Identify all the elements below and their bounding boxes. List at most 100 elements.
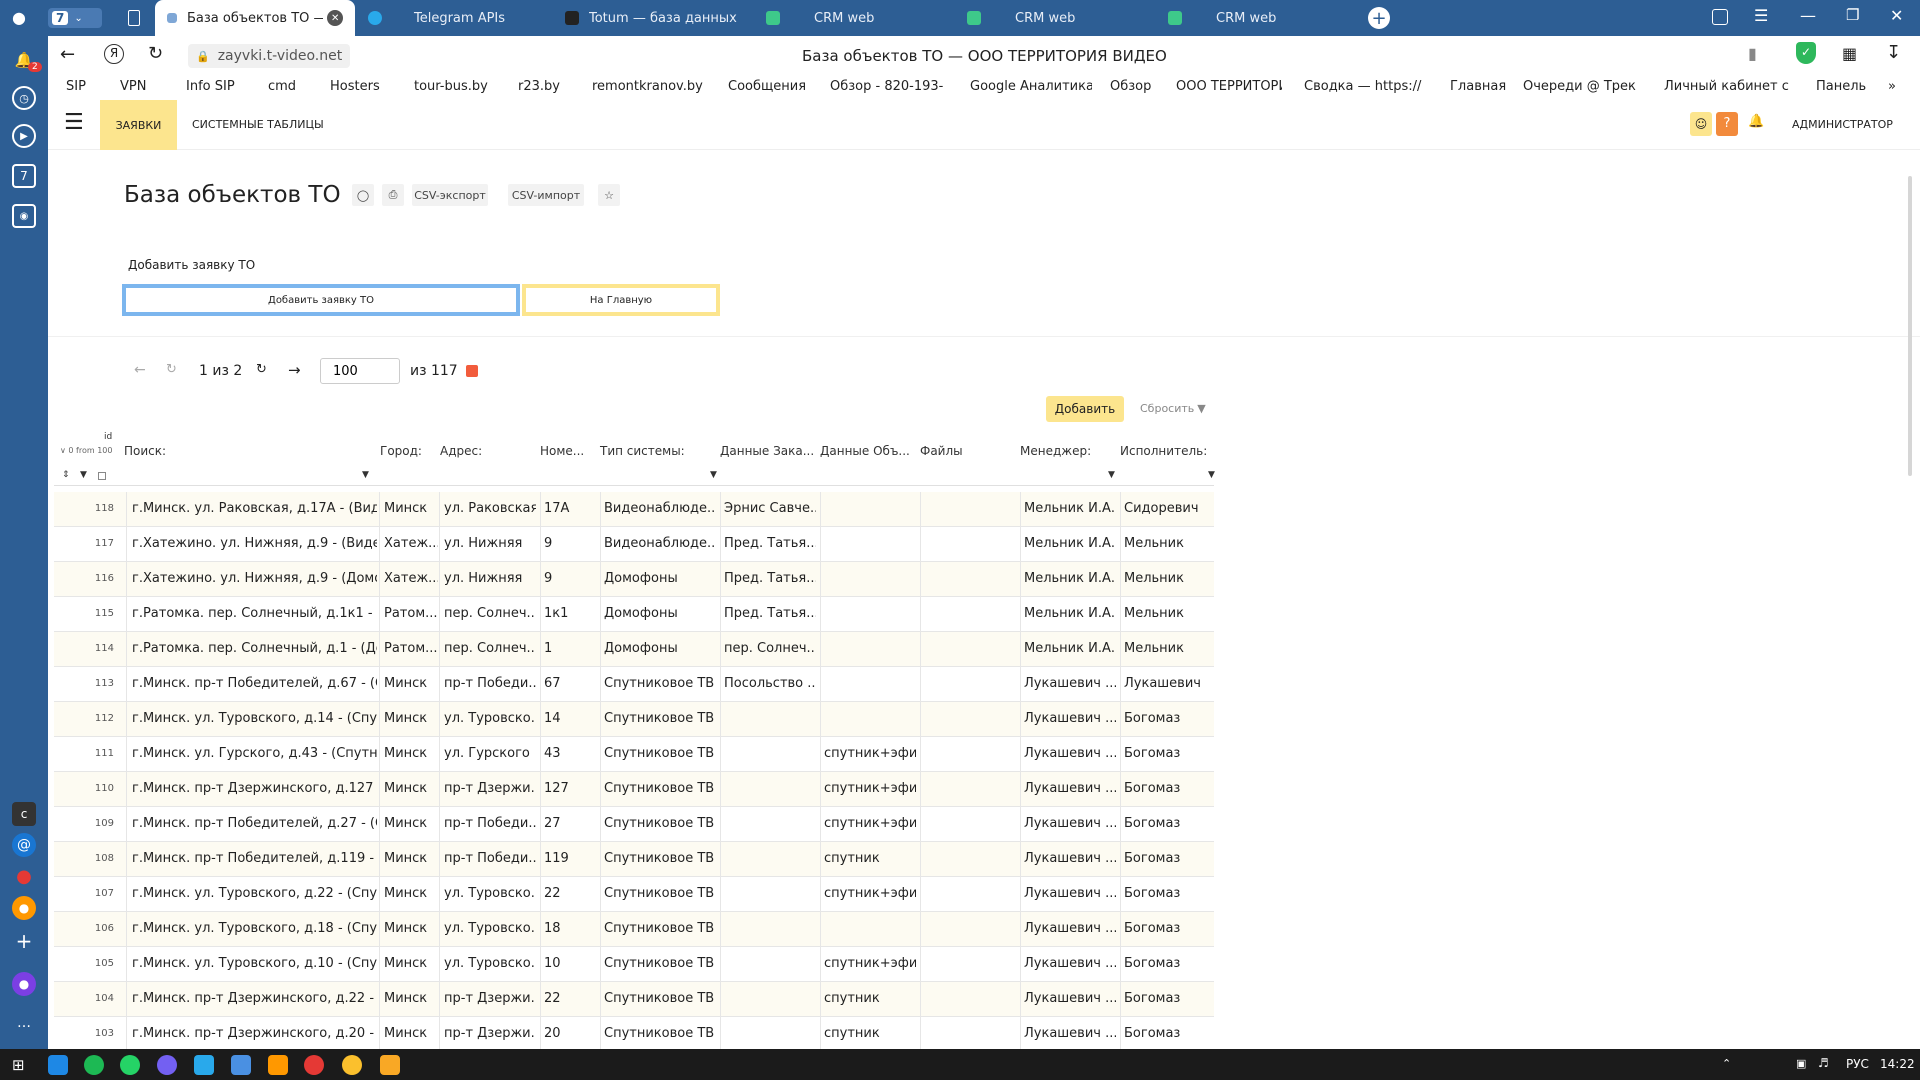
cell-search[interactable]: г.Минск. пр-т Дзержинского, д.22 - (... xyxy=(132,991,377,1006)
telegram-icon[interactable] xyxy=(194,1055,214,1075)
bookmark-main[interactable]: Главная xyxy=(1450,79,1506,94)
cell-city[interactable]: Ратом... xyxy=(384,606,438,621)
cell-number[interactable]: 119 xyxy=(544,851,596,866)
cell-number[interactable]: 18 xyxy=(544,921,596,936)
cell-city[interactable]: Минск xyxy=(384,746,438,761)
side-badge[interactable]: 7 xyxy=(12,164,36,188)
sublime-icon[interactable] xyxy=(268,1055,288,1075)
start-icon[interactable]: ⊞ xyxy=(12,1056,25,1074)
help-button[interactable]: ? xyxy=(1716,112,1738,136)
cell-address[interactable]: пр-т Дзержи... xyxy=(444,781,536,796)
cell-city[interactable]: Минск xyxy=(384,501,438,516)
cell-manager[interactable]: Лукашевич ... xyxy=(1024,851,1116,866)
cell-id[interactable]: 110 xyxy=(54,783,114,794)
table-row[interactable]: 110 г.Минск. пр-т Дзержинского, д.127 - .… xyxy=(54,772,1214,807)
cell-executor[interactable]: Богомаз xyxy=(1124,1026,1216,1041)
reload-icon[interactable]: ↻ xyxy=(148,43,163,64)
cell-address[interactable]: ул. Нижняя xyxy=(444,536,536,551)
bookmark-remontkranov[interactable]: remontkranov.by xyxy=(592,79,703,94)
prev-page-icon[interactable]: ← xyxy=(134,362,146,378)
cell-system-type[interactable]: Видеонаблюде... xyxy=(604,536,714,551)
cell-city[interactable]: Ратом... xyxy=(384,641,438,656)
cell-system-type[interactable]: Спутниковое ТВ xyxy=(604,851,714,866)
cell-city[interactable]: Минск xyxy=(384,781,438,796)
cell-system-type[interactable]: Спутниковое ТВ xyxy=(604,991,714,1006)
url-field[interactable]: 🔒 zayvki.t-video.net xyxy=(188,44,351,68)
cell-city[interactable]: Минск xyxy=(384,991,438,1006)
header-object-data[interactable]: Данные Объ... xyxy=(820,444,910,458)
back-icon[interactable]: ← xyxy=(60,44,75,65)
table-row[interactable]: 109 г.Минск. пр-т Победителей, д.27 - (С.… xyxy=(54,807,1214,842)
cell-executor[interactable]: Мельник xyxy=(1124,606,1216,621)
tab-active[interactable]: База объектов ТО — О ✕ xyxy=(155,0,355,36)
cell-system-type[interactable]: Спутниковое ТВ xyxy=(604,1026,714,1041)
cell-address[interactable]: пр-т Победи... xyxy=(444,851,536,866)
cell-id[interactable]: 106 xyxy=(54,923,114,934)
cell-object-data[interactable]: спутник+эфир xyxy=(824,816,916,831)
cell-id[interactable]: 105 xyxy=(54,958,114,969)
table-row[interactable]: 115 г.Ратомка. пер. Солнечный, д.1к1 - (.… xyxy=(54,597,1214,632)
cell-executor[interactable]: Богомаз xyxy=(1124,711,1216,726)
cell-executor[interactable]: Богомаз xyxy=(1124,851,1216,866)
cell-search[interactable]: г.Минск. пр-т Победителей, д.67 - (С... xyxy=(132,676,377,691)
profile-icon[interactable]: ● xyxy=(12,8,32,28)
cell-city[interactable]: Минск xyxy=(384,886,438,901)
cell-number[interactable]: 67 xyxy=(544,676,596,691)
header-search[interactable]: Поиск: xyxy=(124,444,166,458)
cell-address[interactable]: пр-т Дзержи... xyxy=(444,991,536,1006)
cell-search[interactable]: г.Минск. ул. Туровского, д.22 - (Спутн..… xyxy=(132,886,377,901)
cell-system-type[interactable]: Видеонаблюде... xyxy=(604,501,714,516)
table-row[interactable]: 111 г.Минск. ул. Гурского, д.43 - (Спутни… xyxy=(54,737,1214,772)
nav-zayavki[interactable]: ЗАЯВКИ xyxy=(100,100,177,150)
cell-object-data[interactable]: спутник+эфир xyxy=(824,746,916,761)
cell-executor[interactable]: Богомаз xyxy=(1124,956,1216,971)
first-page-icon[interactable]: ↻ xyxy=(166,362,177,377)
sort-icon[interactable]: ⇕ xyxy=(62,470,70,480)
cell-executor[interactable]: Богомаз xyxy=(1124,816,1216,831)
play-icon[interactable]: ▶ xyxy=(12,124,36,148)
next-page-icon[interactable]: → xyxy=(288,361,301,379)
home-button[interactable]: На Главную xyxy=(522,284,720,316)
cell-id[interactable]: 107 xyxy=(54,888,114,899)
cell-number[interactable]: 43 xyxy=(544,746,596,761)
tray-volume-icon[interactable]: ♬ xyxy=(1818,1056,1829,1070)
cell-manager[interactable]: Мельник И.А. xyxy=(1024,606,1116,621)
camera-icon[interactable]: ◉ xyxy=(12,204,36,228)
cell-id[interactable]: 113 xyxy=(54,678,114,689)
header-executor[interactable]: Исполнитель: xyxy=(1120,444,1207,458)
cell-search[interactable]: г.Минск. ул. Туровского, д.18 - (Спутн..… xyxy=(132,921,377,936)
cell-system-type[interactable]: Спутниковое ТВ xyxy=(604,746,714,761)
bookmark-r23[interactable]: r23.by xyxy=(518,79,560,94)
cell-address[interactable]: ул. Туровско... xyxy=(444,886,536,901)
cell-city[interactable]: Минск xyxy=(384,956,438,971)
bookmark-cmd[interactable]: cmd xyxy=(268,79,296,94)
cell-address[interactable]: пр-т Победи... xyxy=(444,676,536,691)
header-customer-data[interactable]: Данные Зака... xyxy=(720,444,814,458)
cell-manager[interactable]: Лукашевич ... xyxy=(1024,991,1116,1006)
maps-icon[interactable]: ● xyxy=(12,864,36,888)
cell-city[interactable]: Хатеж... xyxy=(384,536,438,551)
yandex-icon[interactable]: Я xyxy=(104,44,124,64)
bookmark-overview-2[interactable]: Обзор xyxy=(1110,79,1151,94)
bookmark-overview-1[interactable]: Обзор - 820-193- xyxy=(830,79,943,94)
cell-search[interactable]: г.Минск. пр-т Дзержинского, д.20 - (... xyxy=(132,1026,377,1041)
tab-totum[interactable]: Totum — база данных для xyxy=(553,0,753,36)
user-icon[interactable]: ☺ xyxy=(1690,112,1712,136)
cell-number[interactable]: 17А xyxy=(544,501,596,516)
cell-system-type[interactable]: Спутниковое ТВ xyxy=(604,921,714,936)
user-name[interactable]: АДМИНИСТРАТОР xyxy=(1792,118,1893,131)
cell-object-data[interactable]: спутник xyxy=(824,1026,916,1041)
print-icon[interactable]: ⎙ xyxy=(382,184,404,206)
cell-address[interactable]: ул. Нижняя xyxy=(444,571,536,586)
cell-executor[interactable]: Мельник xyxy=(1124,571,1216,586)
bookmark-tracker[interactable]: Очереди @ Трек xyxy=(1523,79,1636,94)
cell-manager[interactable]: Лукашевич ... xyxy=(1024,921,1116,936)
extensions-icon[interactable]: ▦ xyxy=(1842,44,1857,63)
cell-id[interactable]: 111 xyxy=(54,748,114,759)
tab-telegram[interactable]: Telegram APIs xyxy=(356,0,552,36)
cell-number[interactable]: 27 xyxy=(544,816,596,831)
cell-object-data[interactable]: спутник xyxy=(824,991,916,1006)
table-row[interactable]: 105 г.Минск. ул. Туровского, д.10 - (Спут… xyxy=(54,947,1214,982)
download-icon[interactable]: ↧ xyxy=(1886,42,1901,63)
cell-customer-data[interactable]: Посольство ... xyxy=(724,676,816,691)
